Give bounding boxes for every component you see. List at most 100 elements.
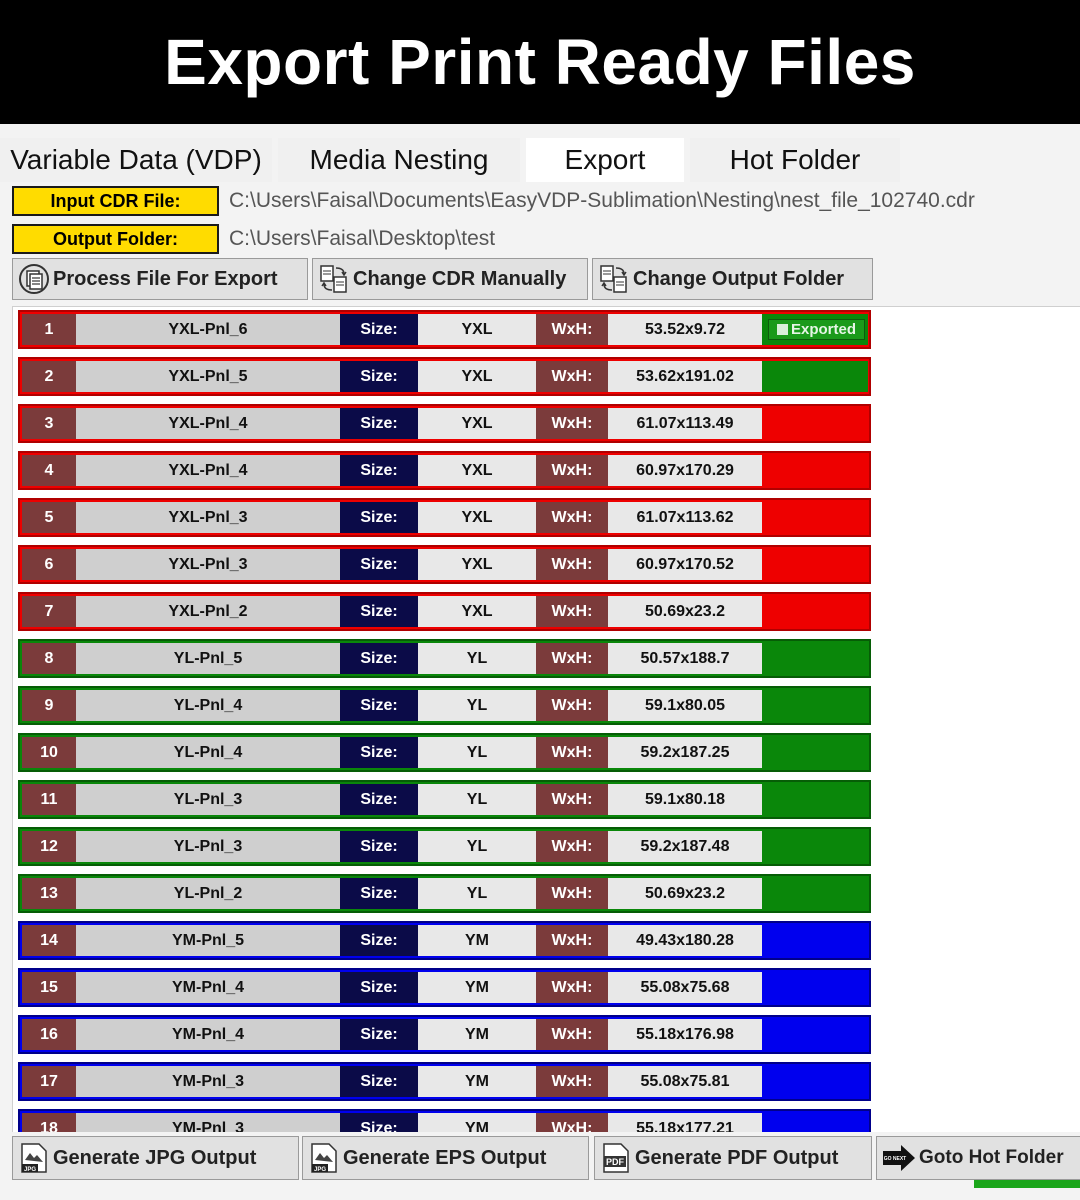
size-label: Size:	[340, 361, 418, 392]
row-number: 10	[22, 737, 76, 768]
size-value: YXL	[418, 408, 536, 439]
wxh-value: 50.69x23.2	[608, 878, 762, 909]
row-number: 14	[22, 925, 76, 956]
status-indicator	[762, 596, 868, 627]
tab-export[interactable]: Export	[526, 138, 684, 182]
generate-eps-button[interactable]: JPG Generate EPS Output	[302, 1136, 589, 1180]
panel-name: YXL-Pnl_4	[76, 408, 340, 439]
size-label: Size:	[340, 1019, 418, 1050]
panel-row[interactable]: 11 YL-Pnl_3 Size: YL WxH: 59.1x80.18	[18, 780, 871, 819]
panel-name: YXL-Pnl_6	[76, 314, 340, 345]
process-file-label: Process File For Export	[53, 267, 278, 290]
size-value: YXL	[418, 361, 536, 392]
panel-name: YM-Pnl_5	[76, 925, 340, 956]
change-cdr-button[interactable]: Change CDR Manually	[312, 258, 588, 300]
panel-row[interactable]: 2 YXL-Pnl_5 Size: YXL WxH: 53.62x191.02	[18, 357, 871, 396]
panel-row[interactable]: 9 YL-Pnl_4 Size: YL WxH: 59.1x80.05	[18, 686, 871, 725]
input-cdr-row: Input CDR File: C:\Users\Faisal\Document…	[12, 186, 975, 216]
panel-name: YL-Pnl_4	[76, 737, 340, 768]
wxh-label: WxH:	[536, 1019, 608, 1050]
panel-row[interactable]: 12 YL-Pnl_3 Size: YL WxH: 59.2x187.48	[18, 827, 871, 866]
panel-row[interactable]: 10 YL-Pnl_4 Size: YL WxH: 59.2x187.25	[18, 733, 871, 772]
panel-name: YM-Pnl_3	[76, 1066, 340, 1097]
panel-name: YL-Pnl_5	[76, 643, 340, 674]
panel-row[interactable]: 14 YM-Pnl_5 Size: YM WxH: 49.43x180.28	[18, 921, 871, 960]
change-output-folder-button[interactable]: Change Output Folder	[592, 258, 873, 300]
goto-hot-folder-button[interactable]: GO NEXT Goto Hot Folder	[876, 1136, 1080, 1180]
row-number: 5	[22, 502, 76, 533]
status-indicator	[762, 972, 868, 1003]
tab-media-nesting[interactable]: Media Nesting	[278, 138, 520, 182]
wxh-label: WxH:	[536, 549, 608, 580]
panel-row[interactable]: 7 YXL-Pnl_2 Size: YXL WxH: 50.69x23.2	[18, 592, 871, 631]
wxh-label: WxH:	[536, 925, 608, 956]
size-label: Size:	[340, 784, 418, 815]
panel-list[interactable]: 1 YXL-Pnl_6 Size: YXL WxH: 53.52x9.72 Exported…	[12, 306, 1080, 1132]
panel-row[interactable]: 3 YXL-Pnl_4 Size: YXL WxH: 61.07x113.49	[18, 404, 871, 443]
wxh-value: 55.18x177.21	[608, 1113, 762, 1132]
swap-document-icon	[317, 262, 351, 296]
panel-row[interactable]: 6 YXL-Pnl_3 Size: YXL WxH: 60.97x170.52	[18, 545, 871, 584]
exported-badge: Exported	[768, 319, 865, 340]
page-title: Export Print Ready Files	[164, 26, 916, 98]
wxh-label: WxH:	[536, 690, 608, 721]
tab-hot-folder[interactable]: Hot Folder	[690, 138, 900, 182]
panel-name: YM-Pnl_3	[76, 1113, 340, 1132]
row-number: 16	[22, 1019, 76, 1050]
panel-row[interactable]: 15 YM-Pnl_4 Size: YM WxH: 55.08x75.68	[18, 968, 871, 1007]
wxh-value: 59.1x80.18	[608, 784, 762, 815]
panel-row[interactable]: 8 YL-Pnl_5 Size: YL WxH: 50.57x188.7	[18, 639, 871, 678]
panel-row[interactable]: 4 YXL-Pnl_4 Size: YXL WxH: 60.97x170.29	[18, 451, 871, 490]
process-file-button[interactable]: Process File For Export	[12, 258, 308, 300]
panel-name: YXL-Pnl_5	[76, 361, 340, 392]
panel-row[interactable]: 16 YM-Pnl_4 Size: YM WxH: 55.18x176.98	[18, 1015, 871, 1054]
wxh-value: 59.1x80.05	[608, 690, 762, 721]
change-output-folder-label: Change Output Folder	[633, 267, 845, 290]
panel-row[interactable]: 13 YL-Pnl_2 Size: YL WxH: 50.69x23.2	[18, 874, 871, 913]
status-indicator	[762, 361, 868, 392]
panel-name: YXL-Pnl_2	[76, 596, 340, 627]
size-value: YM	[418, 1066, 536, 1097]
wxh-value: 55.18x176.98	[608, 1019, 762, 1050]
size-label: Size:	[340, 408, 418, 439]
jpg-icon-text: JPG	[24, 1167, 36, 1173]
exported-label: Exported	[790, 321, 856, 338]
go-next-icon-text: GO NEXT	[884, 1156, 907, 1162]
wxh-label: WxH:	[536, 314, 608, 345]
size-label: Size:	[340, 314, 418, 345]
eps-file-icon: JPG	[307, 1141, 341, 1175]
wxh-label: WxH:	[536, 361, 608, 392]
generate-jpg-button[interactable]: JPG Generate JPG Output	[12, 1136, 299, 1180]
panel-row[interactable]: 1 YXL-Pnl_6 Size: YXL WxH: 53.52x9.72 Exported	[18, 310, 871, 349]
wxh-label: WxH:	[536, 1066, 608, 1097]
status-indicator	[762, 1019, 868, 1050]
row-number: 17	[22, 1066, 76, 1097]
wxh-value: 49.43x180.28	[608, 925, 762, 956]
panel-row[interactable]: 17 YM-Pnl_3 Size: YM WxH: 55.08x75.81	[18, 1062, 871, 1101]
wxh-label: WxH:	[536, 737, 608, 768]
status-indicator	[762, 690, 868, 721]
tab-bar: Variable Data (VDP) Media Nesting Export…	[0, 136, 1080, 182]
status-indicator	[762, 1113, 868, 1132]
row-number: 1	[22, 314, 76, 345]
title-banner: Export Print Ready Files	[0, 0, 1080, 124]
size-label: Size:	[340, 737, 418, 768]
wxh-label: WxH:	[536, 784, 608, 815]
tab-variable-data[interactable]: Variable Data (VDP)	[0, 138, 272, 182]
status-indicator	[762, 549, 868, 580]
generate-jpg-label: Generate JPG Output	[53, 1146, 257, 1169]
panel-row[interactable]: 5 YXL-Pnl_3 Size: YXL WxH: 61.07x113.62	[18, 498, 871, 537]
size-label: Size:	[340, 1113, 418, 1132]
panel-row[interactable]: 18 YM-Pnl_3 Size: YM WxH: 55.18x177.21	[18, 1109, 871, 1132]
size-label: Size:	[340, 596, 418, 627]
wxh-value: 50.69x23.2	[608, 596, 762, 627]
progress-indicator	[974, 1180, 1080, 1188]
row-number: 12	[22, 831, 76, 862]
size-label: Size:	[340, 925, 418, 956]
generate-pdf-button[interactable]: PDF Generate PDF Output	[594, 1136, 872, 1180]
panel-name: YM-Pnl_4	[76, 972, 340, 1003]
status-indicator	[762, 925, 868, 956]
process-files-icon	[17, 262, 51, 296]
wxh-value: 53.52x9.72	[608, 314, 762, 345]
app-window: Variable Data (VDP) Media Nesting Export…	[0, 124, 1080, 1200]
